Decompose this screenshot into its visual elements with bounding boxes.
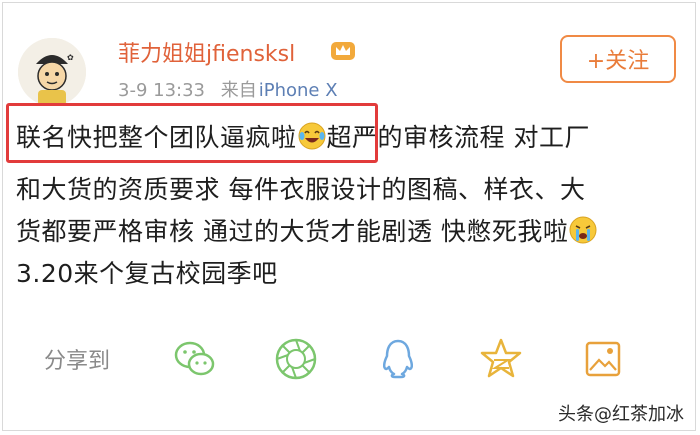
wechat-icon[interactable] (172, 336, 218, 382)
qzone-icon[interactable] (478, 336, 524, 382)
post-text-line-4: 3.20来个复古校园季吧 (16, 259, 278, 288)
avatar[interactable]: ✿ (18, 38, 86, 106)
svg-text:✿: ✿ (67, 53, 74, 62)
source-prefix: 来自 (220, 80, 257, 101)
qq-icon[interactable] (375, 336, 421, 382)
moments-icon[interactable] (273, 336, 319, 382)
username[interactable]: 菲力姐姐jfiensksl (118, 36, 295, 68)
follow-button[interactable]: +关注 (560, 35, 676, 83)
highlight-annotation-box (6, 103, 378, 163)
post-text-segment: 货都要严格审核 通过的大货才能剧透 快憋死我啦 (16, 217, 569, 246)
watermark: 头条@红茶加冰 (558, 404, 684, 425)
share-label: 分享到 (44, 349, 111, 374)
post-meta: 3-9 13:33 来自 iPhone X (118, 76, 338, 102)
source-device[interactable]: iPhone X (259, 80, 338, 101)
vip-crown-icon (331, 42, 355, 60)
save-image-icon[interactable] (580, 336, 626, 382)
post-text-line-3: 货都要严格审核 通过的大货才能剧透 快憋死我啦 (16, 212, 598, 248)
post-text-line-2: 和大货的资质要求 每件衣服设计的图稿、样衣、大 (16, 175, 586, 204)
crying-emoji-icon (569, 216, 597, 244)
post-timestamp: 3-9 13:33 (118, 80, 205, 101)
